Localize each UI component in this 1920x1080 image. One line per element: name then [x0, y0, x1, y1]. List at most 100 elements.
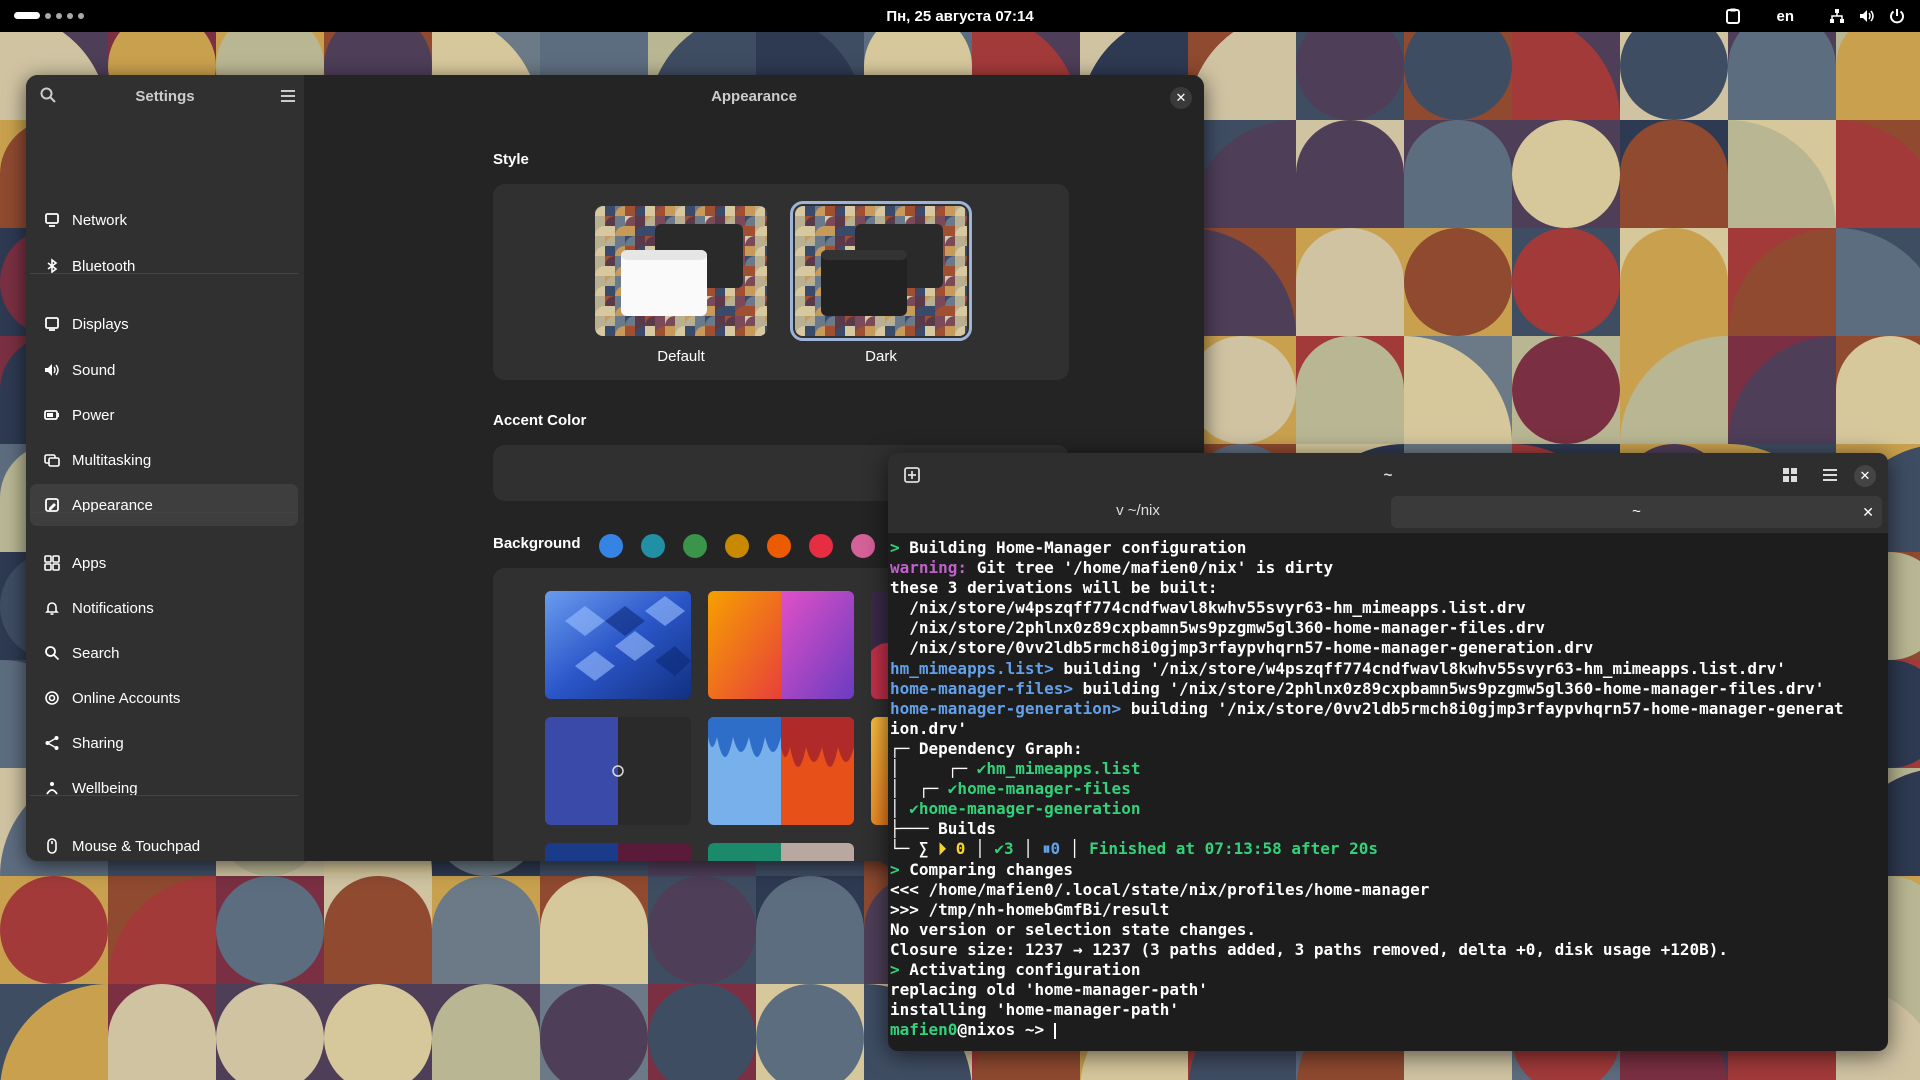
output-line: > Building Home-Manager configuration [890, 538, 1247, 557]
search-icon [44, 645, 60, 661]
sidebar-item-search[interactable]: Search [30, 632, 298, 674]
terminal-output[interactable]: > Building Home-Manager configuration war… [890, 538, 1886, 1040]
accent-color-section-label: Accent Color [493, 412, 587, 429]
power-icon [44, 407, 60, 423]
prompt-line[interactable]: mafien0@nixos ~> [890, 1020, 1886, 1040]
sidebar-item-power[interactable]: Power [30, 394, 298, 436]
sidebar-item-label: Power [72, 406, 115, 424]
bluetooth-icon [44, 258, 60, 274]
tab-overview-icon[interactable] [1776, 463, 1804, 487]
output-line: No version or selection state changes. [890, 919, 1257, 939]
bell-icon [44, 600, 60, 616]
network-icon[interactable] [1828, 7, 1846, 25]
volume-icon[interactable] [1858, 7, 1876, 25]
system-tray[interactable]: en [1724, 7, 1906, 25]
accent-color-swatch[interactable] [641, 534, 665, 558]
output-line: warning: Git tree '/home/mafien0/nix' is… [890, 558, 1334, 578]
output-line: │ ✔home-manager-generation [890, 799, 1141, 819]
text-cursor [1053, 1022, 1056, 1039]
sidebar-item-label: Network [72, 211, 128, 229]
accent-color-swatch[interactable] [809, 534, 833, 558]
output-line: <<< /home/mafien0/.local/state/nix/profi… [890, 879, 1430, 899]
output-line: replacing old 'home-manager-path' [890, 980, 1208, 1000]
sidebar-separator [30, 795, 298, 796]
clipboard-icon[interactable] [1724, 7, 1742, 25]
at-icon [44, 690, 60, 706]
sidebar-item-sound[interactable]: Sound [30, 349, 298, 391]
terminal-headerbar: ~ ✕ v ~/nix ~ ✕ [888, 453, 1888, 533]
sidebar-item-bluetooth[interactable]: Bluetooth [30, 245, 298, 287]
sidebar-item-label: Mouse & Touchpad [72, 837, 201, 855]
output-line: > Comparing changes [890, 859, 1074, 879]
sidebar-item-label: Notifications [72, 599, 154, 617]
background-option-blue-split[interactable] [545, 717, 691, 825]
background-option-teal[interactable] [708, 843, 854, 861]
output-line: ├─── Builds [890, 819, 996, 839]
output-line: ion.drv' [890, 718, 968, 738]
sidebar-item-displays[interactable]: Displays [30, 303, 298, 345]
page-title: Appearance [711, 88, 797, 105]
top-bar: Пн, 25 августа 07:14 en [0, 0, 1920, 32]
close-tab-icon[interactable]: ✕ [1862, 496, 1874, 528]
output-line: hm_mimeapps.list> building '/nix/store/w… [890, 658, 1786, 678]
output-line: /nix/store/2phlnx0z89cxpbamn5ws9pzgmw5gl… [890, 618, 1546, 638]
sidebar-separator [30, 273, 298, 274]
prompt-marker: > [890, 859, 910, 879]
output-line: └─ ∑ ⏵ 0 │ ✔3 │ ⏸0 │ Finished at 07:13:5… [890, 839, 1379, 859]
sidebar-item-label: Sharing [72, 734, 124, 752]
tab-home[interactable]: ~ ✕ [1391, 496, 1882, 528]
terminal-window[interactable]: ~ ✕ v ~/nix ~ ✕ > Building Home-Manager … [888, 453, 1888, 1051]
accent-color-swatch[interactable] [725, 534, 749, 558]
style-label-default: Default [657, 348, 705, 365]
sidebar-item-notifications[interactable]: Notifications [30, 587, 298, 629]
accent-color-swatch[interactable] [599, 534, 623, 558]
sidebar-item-online-accounts[interactable]: Online Accounts [30, 677, 298, 719]
power-icon[interactable] [1888, 7, 1906, 25]
output-line: home-manager-generation> building '/nix/… [890, 698, 1844, 718]
sidebar-item-wellbeing[interactable]: Wellbeing [30, 767, 298, 809]
tab-nix[interactable]: v ~/nix [888, 496, 1388, 526]
sidebar-item-label: Wellbeing [72, 779, 138, 797]
background-option-navy[interactable] [545, 843, 691, 861]
sidebar-item-label: Sound [72, 361, 116, 379]
prompt-marker: > [890, 959, 910, 979]
sidebar-item-multitasking[interactable]: Multitasking [30, 439, 298, 481]
output-line: │ ┌─ ✔hm_mimeapps.list [890, 759, 1141, 779]
apps-icon [44, 555, 60, 571]
display-icon [44, 316, 60, 332]
sidebar-title: Settings [135, 88, 195, 105]
close-button[interactable]: ✕ [1854, 465, 1876, 487]
style-section-label: Style [493, 151, 529, 168]
sidebar-item-network[interactable]: Network [30, 199, 298, 241]
sidebar-item-apps[interactable]: Apps [30, 542, 298, 584]
keyboard-layout-indicator[interactable]: en [1776, 8, 1794, 25]
accent-color-swatch[interactable] [683, 534, 707, 558]
accent-color-swatch[interactable] [767, 534, 791, 558]
output-line: >>> /tmp/nh-homebGmfBi/result [890, 899, 1170, 919]
sidebar-item-sharing[interactable]: Sharing [30, 722, 298, 764]
clock[interactable]: Пн, 25 августа 07:14 [0, 8, 1920, 25]
hamburger-menu-icon[interactable] [280, 89, 296, 108]
sidebar-item-mouse-touchpad[interactable]: Mouse & Touchpad [30, 825, 298, 861]
accent-color-swatch[interactable] [851, 534, 875, 558]
tab-label: ~ [1632, 503, 1641, 520]
output-line: Closure size: 1237 → 1237 (3 paths added… [890, 939, 1729, 959]
background-option-drips[interactable] [708, 717, 854, 825]
style-card: Default Dark [493, 184, 1069, 380]
output-line: > Activating configuration [890, 959, 1141, 979]
sidebar-item-label: Displays [72, 315, 129, 333]
sidebar-item-label: Apps [72, 554, 107, 572]
style-option-dark[interactable] [790, 201, 972, 341]
background-option-orange-purple[interactable] [708, 591, 854, 699]
sound-icon [44, 362, 60, 378]
settings-sidebar: Settings Network Bluetooth Displays Sound Po… [26, 75, 304, 861]
hamburger-menu-icon[interactable] [1816, 463, 1844, 487]
close-button[interactable]: ✕ [1170, 87, 1192, 109]
output-line: these 3 derivations will be built: [890, 578, 1218, 598]
sidebar-item-appearance[interactable]: Appearance [30, 484, 298, 526]
sidebar-item-label: Search [72, 644, 120, 662]
background-option-blue-cubes[interactable] [545, 591, 691, 699]
sidebar-header: Settings [26, 75, 304, 117]
share-icon [44, 735, 60, 751]
style-option-default[interactable] [595, 206, 767, 336]
